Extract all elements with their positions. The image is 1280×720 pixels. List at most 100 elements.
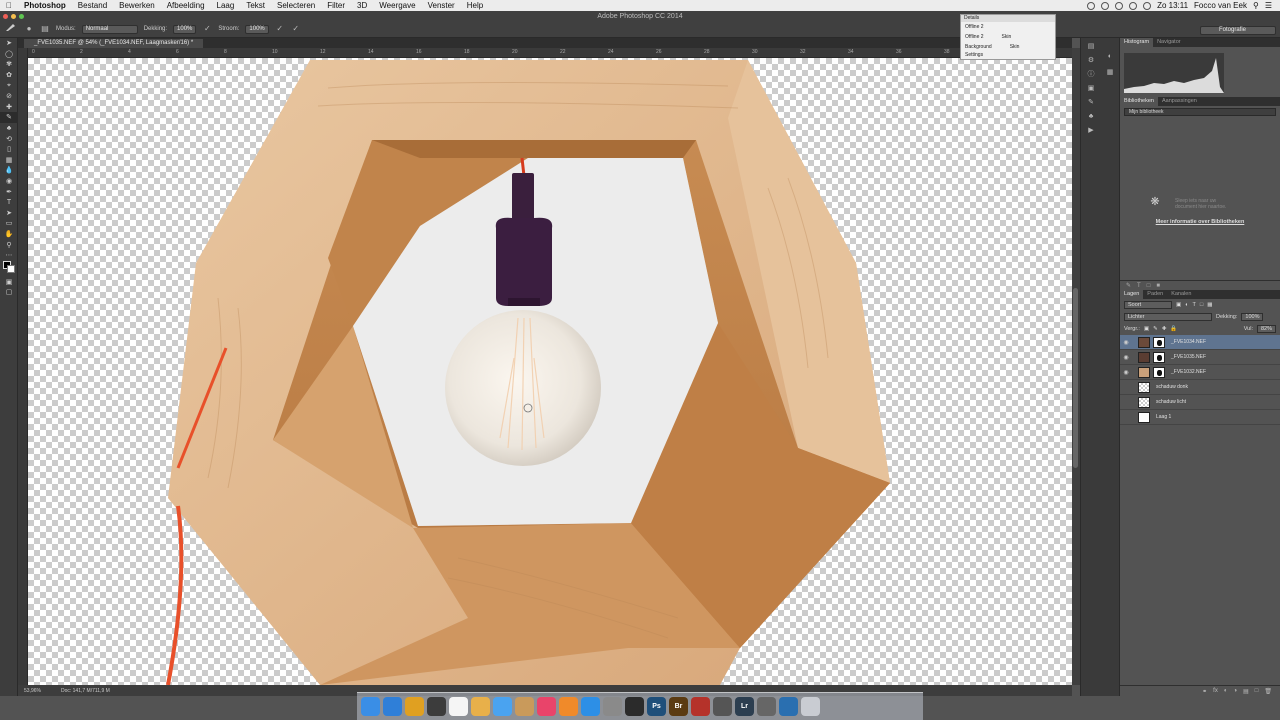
menu-selecteren[interactable]: Selecteren <box>271 1 321 10</box>
clone-source-panel-icon[interactable]: ♣ <box>1086 112 1096 122</box>
shape-tool-icon[interactable]: ▭ <box>0 218 18 229</box>
menu-venster[interactable]: Venster <box>422 1 461 10</box>
layer-row[interactable]: ◉ _FVE1035.NEF <box>1120 350 1280 365</box>
actions-panel-icon[interactable]: ▶ <box>1086 126 1096 136</box>
dodge-tool-icon[interactable]: ◉ <box>0 176 18 187</box>
contacts-icon[interactable] <box>515 697 534 716</box>
lock-transparency-icon[interactable]: ▣ <box>1144 326 1149 332</box>
flow-field[interactable]: 100% <box>245 24 269 34</box>
app-store-icon[interactable] <box>581 697 600 716</box>
add-mask-icon[interactable]: ◐ <box>1224 688 1228 694</box>
opacity-field[interactable]: 100% <box>173 24 197 34</box>
scrollbar-thumb[interactable] <box>1073 288 1078 468</box>
layer-mask-thumbnail[interactable] <box>1153 336 1165 348</box>
safari-icon[interactable] <box>383 697 402 716</box>
brush-tool-icon[interactable]: ✎ <box>0 112 18 123</box>
filter-pixel-icon[interactable]: ▣ <box>1176 302 1181 308</box>
properties-panel-icon[interactable]: ⚙ <box>1086 56 1096 66</box>
utility-icon[interactable] <box>713 697 732 716</box>
color-swatches[interactable] <box>0 260 18 276</box>
menu-3d[interactable]: 3D <box>351 1 373 10</box>
menubar-user[interactable]: Focco van Eek <box>1194 1 1247 10</box>
tab-layers[interactable]: Lagen <box>1120 290 1144 299</box>
notifications-icon[interactable]: ☰ <box>1265 1 1272 10</box>
path-select-tool-icon[interactable]: ➤ <box>0 208 18 219</box>
volume-icon[interactable] <box>1129 1 1138 10</box>
zoom-tool-icon[interactable]: ⚲ <box>0 239 18 250</box>
layer-row[interactable]: schaduw donk <box>1120 380 1280 395</box>
layer-visibility-eye-icon[interactable]: ◉ <box>1120 354 1132 361</box>
zoom-level[interactable]: 53,96% <box>24 688 41 694</box>
vertical-ruler[interactable] <box>18 48 28 685</box>
marquee-tool-icon[interactable]: ◯ <box>0 49 18 60</box>
add-graphic-icon[interactable]: ✎ <box>1126 282 1131 289</box>
crop-tool-icon[interactable]: ⌖ <box>0 80 18 91</box>
brush-panel-toggle-icon[interactable]: ▤ <box>40 24 50 34</box>
creative-cloud-icon[interactable] <box>1087 1 1096 10</box>
filter-adjust-icon[interactable]: ◐ <box>1185 302 1188 308</box>
zoom-window-icon[interactable] <box>19 14 24 19</box>
layer-mask-thumbnail[interactable] <box>1153 366 1165 378</box>
tab-paths[interactable]: Paden <box>1143 290 1167 299</box>
layer-visibility-eye-icon[interactable]: ◉ <box>1120 369 1132 376</box>
layer-row[interactable]: schaduw licht <box>1120 395 1280 410</box>
menu-bestand[interactable]: Bestand <box>72 1 113 10</box>
layer-row[interactable]: ◉ _FVE1034.NEF <box>1120 335 1280 350</box>
adjustments-panel-icon[interactable]: ◐ <box>1105 52 1115 62</box>
minimize-window-icon[interactable] <box>11 14 16 19</box>
layer-visibility-eye-icon[interactable]: ◉ <box>1120 339 1132 346</box>
pressure-size-icon[interactable]: ✓ <box>291 24 301 34</box>
workspace-select[interactable]: Fotografie <box>1200 26 1276 35</box>
mission-control-icon[interactable] <box>427 697 446 716</box>
tab-navigator[interactable]: Navigator <box>1153 38 1185 47</box>
blur-tool-icon[interactable]: 💧 <box>0 165 18 176</box>
clone-stamp-tool-icon[interactable]: ♣ <box>0 123 18 134</box>
horizontal-ruler[interactable]: 024681012141618202224262830323436384042 <box>28 48 1072 58</box>
library-learn-more-link[interactable]: Meer informatie over Bibliotheken <box>1120 219 1280 225</box>
lasso-tool-icon[interactable]: ✾ <box>0 59 18 70</box>
tab-channels[interactable]: Kanalen <box>1167 290 1195 299</box>
filter-smart-icon[interactable]: ▦ <box>1207 302 1212 308</box>
history-brush-tool-icon[interactable]: ⟲ <box>0 133 18 144</box>
preferences-icon[interactable] <box>603 697 622 716</box>
mode-select[interactable]: Normaal <box>81 24 138 34</box>
acrobat-icon[interactable] <box>691 697 710 716</box>
tab-adjustments[interactable]: Aanpassingen <box>1158 97 1201 106</box>
menu-photoshop[interactable]: Photoshop <box>18 1 72 10</box>
info-panel-icon[interactable]: ⓘ <box>1086 70 1096 80</box>
menu-tekst[interactable]: Tekst <box>240 1 271 10</box>
layer-mask-thumbnail[interactable] <box>1153 351 1165 363</box>
tool-icon[interactable] <box>757 697 776 716</box>
menu-afbeelding[interactable]: Afbeelding <box>161 1 211 10</box>
lock-pixels-icon[interactable]: ✎ <box>1153 326 1158 332</box>
pressure-opacity-icon[interactable]: ✓ <box>202 24 212 34</box>
trash-icon[interactable] <box>801 697 820 716</box>
filter-type-icon[interactable]: T <box>1193 302 1196 308</box>
brush-tool-preset-icon[interactable] <box>4 22 18 36</box>
screen-mode-icon[interactable]: ▢ <box>0 287 18 298</box>
eraser-tool-icon[interactable]: ▯ <box>0 144 18 155</box>
layer-style-icon[interactable]: fx <box>1213 688 1218 694</box>
brush-size-picker-icon[interactable]: ● <box>24 24 34 34</box>
apple-menu-icon[interactable]:  <box>0 1 18 10</box>
eyedropper-tool-icon[interactable]: ⊘ <box>0 91 18 102</box>
close-window-icon[interactable] <box>3 14 8 19</box>
menu-filter[interactable]: Filter <box>321 1 351 10</box>
background-color-swatch[interactable] <box>7 265 15 274</box>
library-select[interactable]: Mijn bibliotheek <box>1124 108 1276 116</box>
fill-field[interactable]: 82% <box>1256 325 1276 333</box>
bridge-icon[interactable]: Br <box>669 697 688 716</box>
add-text-icon[interactable]: T <box>1137 283 1141 289</box>
quick-mask-icon[interactable]: ▣ <box>0 276 18 287</box>
pen-tool-icon[interactable]: ✒ <box>0 186 18 197</box>
type-tool-icon[interactable]: T <box>0 197 18 208</box>
photoshop-icon[interactable]: Ps <box>647 697 666 716</box>
spotlight-icon[interactable]: ⚲ <box>1253 1 1259 10</box>
move-tool-icon[interactable]: ➤ <box>0 38 18 49</box>
menu-bewerken[interactable]: Bewerken <box>113 1 161 10</box>
dropbox-icon[interactable] <box>1101 1 1110 10</box>
delete-layer-icon[interactable]: 🗑 <box>1264 688 1272 695</box>
lock-position-icon[interactable]: ✚ <box>1162 326 1167 332</box>
lightroom-icon[interactable]: Lr <box>735 697 754 716</box>
ibooks-icon[interactable] <box>559 697 578 716</box>
